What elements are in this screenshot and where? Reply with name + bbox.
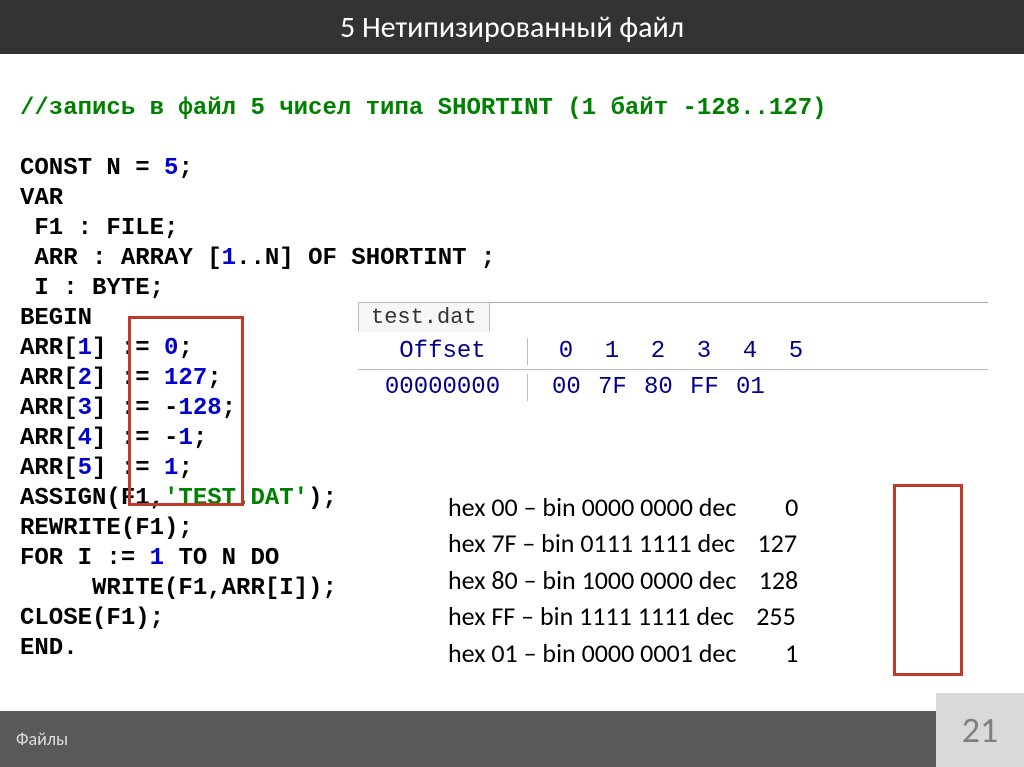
conv-row: hex 7F – bin 0111 1111 dec 127 — [448, 525, 798, 561]
hex-viewer: test.dat Offset 012345 00000000 007F80FF… — [358, 302, 988, 405]
slide-content: //запись в файл 5 чисел типа SHORTINT (1… — [0, 54, 1024, 711]
slide-title: 5 Нетипизированный файл — [0, 0, 1024, 54]
conv-row: hex 00 – bin 0000 0000 dec 0 — [448, 489, 798, 525]
conversion-table: hex 00 – bin 0000 0000 dec 0 hex 7F – bi… — [448, 489, 798, 671]
page-number: 21 — [936, 693, 1024, 767]
hex-address: 00000000 — [358, 374, 528, 401]
footer-label: Файлы — [16, 728, 68, 750]
footer-bar: Файлы — [0, 711, 1024, 767]
hex-col-headers: 012345 — [528, 338, 810, 365]
conv-row: hex 80 – bin 1000 0000 dec 128 — [448, 562, 798, 598]
hex-filename-tab: test.dat — [358, 302, 490, 333]
hex-offset-header: Offset — [358, 338, 528, 365]
conv-row: hex 01 – bin 0000 0001 dec 1 — [448, 635, 798, 671]
conv-row: hex FF – bin 1111 1111 dec 255 — [448, 598, 798, 634]
hex-bytes: 007F80FF01 — [528, 374, 764, 401]
highlight-box-values — [128, 316, 244, 506]
highlight-box-dec — [893, 484, 963, 676]
